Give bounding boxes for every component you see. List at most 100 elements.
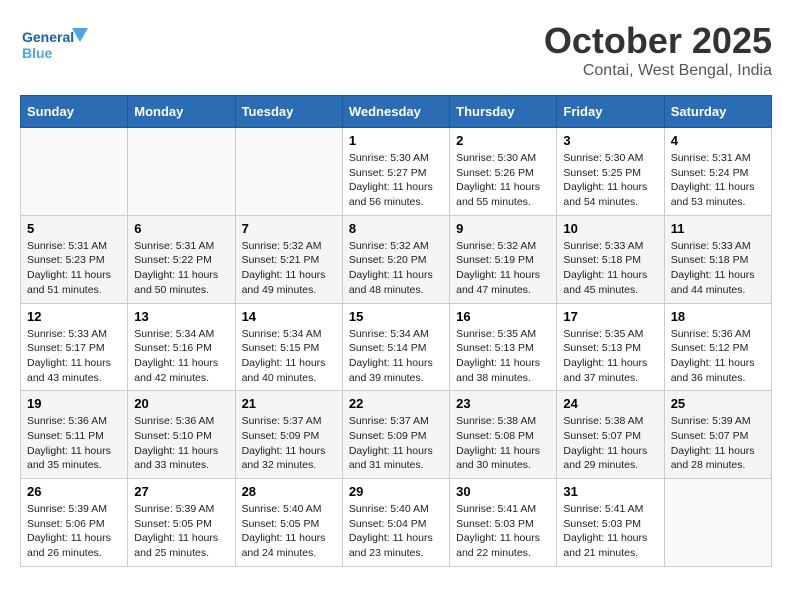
day-info: Sunrise: 5:32 AMSunset: 5:20 PMDaylight:… [349,239,443,298]
day-number: 2 [456,133,550,148]
calendar-day-29: 29 Sunrise: 5:40 AMSunset: 5:04 PMDayligh… [342,479,449,567]
day-number: 24 [563,396,657,411]
day-number: 9 [456,221,550,236]
day-number: 14 [242,309,336,324]
day-info: Sunrise: 5:30 AMSunset: 5:25 PMDaylight:… [563,151,657,210]
calendar-day-31: 31 Sunrise: 5:41 AMSunset: 5:03 PMDayligh… [557,479,664,567]
calendar-day-2: 2 Sunrise: 5:30 AMSunset: 5:26 PMDaylight… [450,128,557,216]
day-info: Sunrise: 5:33 AMSunset: 5:17 PMDaylight:… [27,327,121,386]
day-info: Sunrise: 5:39 AMSunset: 5:05 PMDaylight:… [134,502,228,561]
day-number: 15 [349,309,443,324]
header-monday: Monday [128,96,235,128]
calendar-week-row: 19Sunrise: 5:36 AMSunset: 5:11 PMDayligh… [21,391,772,479]
calendar-day-21: 21 Sunrise: 5:37 AMSunset: 5:09 PMDayligh… [235,391,342,479]
calendar-day-4: 4 Sunrise: 5:31 AMSunset: 5:24 PMDaylight… [664,128,771,216]
day-info: Sunrise: 5:36 AMSunset: 5:10 PMDaylight:… [134,414,228,473]
header-tuesday: Tuesday [235,96,342,128]
calendar-day-3: 3 Sunrise: 5:30 AMSunset: 5:25 PMDaylight… [557,128,664,216]
calendar-day-12: 12 Sunrise: 5:33 AMSunset: 5:17 PMDayligh… [21,303,128,391]
day-info: Sunrise: 5:40 AMSunset: 5:05 PMDaylight:… [242,502,336,561]
day-info: Sunrise: 5:37 AMSunset: 5:09 PMDaylight:… [349,414,443,473]
title-section: October 2025 Contai, West Bengal, India [544,20,772,80]
calendar-day-8: 8 Sunrise: 5:32 AMSunset: 5:20 PMDaylight… [342,215,449,303]
calendar-day-1: 1 Sunrise: 5:30 AMSunset: 5:27 PMDaylight… [342,128,449,216]
calendar-day-26: 26 Sunrise: 5:39 AMSunset: 5:06 PMDayligh… [21,479,128,567]
calendar-week-row: 26 Sunrise: 5:39 AMSunset: 5:06 PMDayligh… [21,479,772,567]
day-number: 31 [563,484,657,499]
day-info: Sunrise: 5:31 AMSunset: 5:22 PMDaylight:… [134,239,228,298]
header-sunday: Sunday [21,96,128,128]
calendar-day-6: 6Sunrise: 5:31 AMSunset: 5:22 PMDaylight… [128,215,235,303]
day-number: 12 [27,309,121,324]
calendar-header-row: SundayMondayTuesdayWednesdayThursdayFrid… [21,96,772,128]
day-info: Sunrise: 5:38 AMSunset: 5:08 PMDaylight:… [456,414,550,473]
calendar-day-16: 16 Sunrise: 5:35 AMSunset: 5:13 PMDayligh… [450,303,557,391]
calendar-day-15: 15 Sunrise: 5:34 AMSunset: 5:14 PMDayligh… [342,303,449,391]
header-thursday: Thursday [450,96,557,128]
calendar-day-19: 19Sunrise: 5:36 AMSunset: 5:11 PMDayligh… [21,391,128,479]
day-info: Sunrise: 5:36 AMSunset: 5:12 PMDaylight:… [671,327,765,386]
day-info: Sunrise: 5:32 AMSunset: 5:19 PMDaylight:… [456,239,550,298]
day-number: 10 [563,221,657,236]
location-subtitle: Contai, West Bengal, India [544,62,772,80]
day-number: 30 [456,484,550,499]
day-info: Sunrise: 5:41 AMSunset: 5:03 PMDaylight:… [563,502,657,561]
day-info: Sunrise: 5:30 AMSunset: 5:27 PMDaylight:… [349,151,443,210]
day-info: Sunrise: 5:34 AMSunset: 5:14 PMDaylight:… [349,327,443,386]
day-info: Sunrise: 5:38 AMSunset: 5:07 PMDaylight:… [563,414,657,473]
day-number: 4 [671,133,765,148]
day-info: Sunrise: 5:39 AMSunset: 5:06 PMDaylight:… [27,502,121,561]
day-number: 16 [456,309,550,324]
svg-text:Blue: Blue [22,45,53,61]
day-info: Sunrise: 5:33 AMSunset: 5:18 PMDaylight:… [563,239,657,298]
calendar-day-24: 24 Sunrise: 5:38 AMSunset: 5:07 PMDayligh… [557,391,664,479]
day-number: 26 [27,484,121,499]
day-info: Sunrise: 5:30 AMSunset: 5:26 PMDaylight:… [456,151,550,210]
day-number: 13 [134,309,228,324]
calendar-day-17: 17 Sunrise: 5:35 AMSunset: 5:13 PMDayligh… [557,303,664,391]
calendar-day-13: 13Sunrise: 5:34 AMSunset: 5:16 PMDayligh… [128,303,235,391]
day-info: Sunrise: 5:31 AMSunset: 5:23 PMDaylight:… [27,239,121,298]
header-saturday: Saturday [664,96,771,128]
day-number: 20 [134,396,228,411]
calendar-week-row: 1 Sunrise: 5:30 AMSunset: 5:27 PMDaylight… [21,128,772,216]
day-info: Sunrise: 5:39 AMSunset: 5:07 PMDaylight:… [671,414,765,473]
day-number: 22 [349,396,443,411]
day-number: 25 [671,396,765,411]
calendar-day-7: 7Sunrise: 5:32 AMSunset: 5:21 PMDaylight… [235,215,342,303]
day-number: 8 [349,221,443,236]
day-info: Sunrise: 5:37 AMSunset: 5:09 PMDaylight:… [242,414,336,473]
day-number: 28 [242,484,336,499]
calendar-week-row: 12 Sunrise: 5:33 AMSunset: 5:17 PMDayligh… [21,303,772,391]
calendar-day-18: 18Sunrise: 5:36 AMSunset: 5:12 PMDayligh… [664,303,771,391]
calendar-day-5: 5 Sunrise: 5:31 AMSunset: 5:23 PMDaylight… [21,215,128,303]
day-number: 7 [242,221,336,236]
day-info: Sunrise: 5:31 AMSunset: 5:24 PMDaylight:… [671,151,765,210]
day-number: 21 [242,396,336,411]
day-number: 27 [134,484,228,499]
logo-icon: General Blue [20,20,90,70]
day-number: 5 [27,221,121,236]
calendar-day-25: 25 Sunrise: 5:39 AMSunset: 5:07 PMDayligh… [664,391,771,479]
calendar-empty-cell [128,128,235,216]
day-info: Sunrise: 5:33 AMSunset: 5:18 PMDaylight:… [671,239,765,298]
day-info: Sunrise: 5:34 AMSunset: 5:15 PMDaylight:… [242,327,336,386]
day-number: 29 [349,484,443,499]
calendar-day-10: 10 Sunrise: 5:33 AMSunset: 5:18 PMDayligh… [557,215,664,303]
page-header: General Blue October 2025 Contai, West B… [20,20,772,80]
month-title: October 2025 [544,20,772,62]
calendar-day-11: 11Sunrise: 5:33 AMSunset: 5:18 PMDayligh… [664,215,771,303]
day-info: Sunrise: 5:35 AMSunset: 5:13 PMDaylight:… [456,327,550,386]
calendar-day-9: 9 Sunrise: 5:32 AMSunset: 5:19 PMDaylight… [450,215,557,303]
day-info: Sunrise: 5:35 AMSunset: 5:13 PMDaylight:… [563,327,657,386]
day-number: 1 [349,133,443,148]
day-info: Sunrise: 5:40 AMSunset: 5:04 PMDaylight:… [349,502,443,561]
day-number: 3 [563,133,657,148]
logo: General Blue [20,20,90,70]
calendar-day-27: 27 Sunrise: 5:39 AMSunset: 5:05 PMDayligh… [128,479,235,567]
day-number: 17 [563,309,657,324]
calendar-empty-cell [235,128,342,216]
calendar-day-20: 20 Sunrise: 5:36 AMSunset: 5:10 PMDayligh… [128,391,235,479]
calendar-day-30: 30Sunrise: 5:41 AMSunset: 5:03 PMDayligh… [450,479,557,567]
calendar-table: SundayMondayTuesdayWednesdayThursdayFrid… [20,95,772,567]
